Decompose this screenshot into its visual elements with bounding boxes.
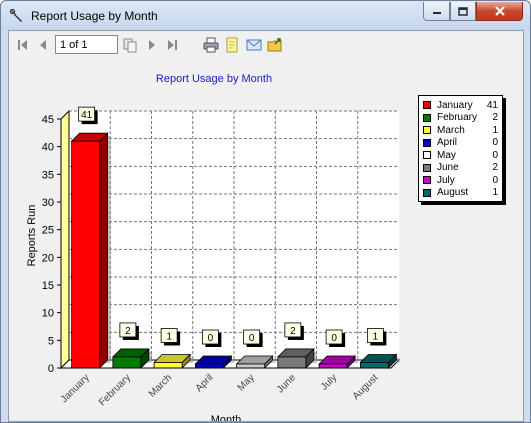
legend-value: 2 <box>492 112 498 124</box>
x-tick-label: April <box>194 372 216 394</box>
legend-swatch <box>423 188 431 197</box>
legend-label: January <box>437 99 473 111</box>
window-title: Report Usage by Month <box>31 9 158 23</box>
close-icon <box>494 6 505 16</box>
legend-item: August 1 <box>423 187 498 200</box>
legend-label: July <box>437 174 455 186</box>
legend-value: 0 <box>492 137 498 149</box>
y-tick-label: 10 <box>42 308 54 320</box>
close-button[interactable] <box>476 2 523 21</box>
legend-swatch <box>423 151 431 160</box>
legend-item: January 41 <box>423 99 498 112</box>
email-icon[interactable] <box>246 37 262 53</box>
report-canvas: Report Usage by Month 0 5 10 15 20 25 30 35 40 45… <box>9 59 523 421</box>
x-tick-label: August <box>351 372 381 402</box>
bar-side <box>99 132 109 369</box>
bar <box>71 140 101 369</box>
page-setup-icon[interactable] <box>224 37 240 53</box>
bar <box>236 363 266 369</box>
last-page-icon[interactable] <box>164 37 180 53</box>
y-tick-label: 5 <box>48 335 54 347</box>
data-label: 2 <box>125 326 131 337</box>
legend-swatch <box>423 176 431 185</box>
bar <box>153 362 183 369</box>
y-tick-label: 35 <box>42 169 54 181</box>
x-axis-title: Month <box>211 414 242 421</box>
bar <box>318 363 348 369</box>
x-tick-label: March <box>147 372 174 399</box>
data-label: 41 <box>81 110 93 121</box>
bar <box>277 356 307 369</box>
legend-value: 0 <box>492 149 498 161</box>
maximize-button[interactable] <box>450 2 476 21</box>
y-tick-label: 20 <box>42 252 54 264</box>
bar <box>359 362 389 369</box>
y-tick-label: 0 <box>48 363 54 375</box>
bar <box>194 363 224 369</box>
chart-legend: January 41 February 2 March 1 April 0 May 0 June 2 J… <box>418 95 503 202</box>
title-bar[interactable]: Report Usage by Month <box>1 1 530 30</box>
legend-value: 1 <box>492 124 498 136</box>
export-icon[interactable] <box>267 37 283 53</box>
data-label: 2 <box>290 326 296 337</box>
bar <box>112 356 142 369</box>
data-label: 0 <box>208 333 214 344</box>
legend-label: March <box>437 124 465 136</box>
x-tick-label: July <box>319 372 339 392</box>
y-tick-label: 40 <box>42 142 54 154</box>
legend-swatch <box>423 113 431 122</box>
y-tick-label: 30 <box>42 197 54 209</box>
report-window: Report Usage by Month Report Usage by Mo… <box>0 0 531 423</box>
data-label: 0 <box>249 333 255 344</box>
legend-swatch <box>423 101 431 110</box>
legend-swatch <box>423 163 431 172</box>
legend-value: 1 <box>492 187 498 199</box>
copy-pages-icon[interactable] <box>122 37 138 53</box>
legend-label: June <box>437 162 459 174</box>
y-tick-label: 45 <box>42 114 54 126</box>
next-page-icon[interactable] <box>144 37 160 53</box>
data-label: 0 <box>331 333 337 344</box>
legend-swatch <box>423 138 431 147</box>
legend-swatch <box>423 126 431 135</box>
legend-value: 41 <box>486 99 498 111</box>
legend-item: June 2 <box>423 162 498 175</box>
viewer-toolbar <box>9 31 523 59</box>
minimize-button[interactable] <box>423 2 450 21</box>
data-label: 1 <box>373 331 379 342</box>
first-page-icon[interactable] <box>15 37 31 53</box>
x-tick-label: May <box>236 372 257 393</box>
legend-label: May <box>437 149 456 161</box>
legend-item: July 0 <box>423 174 498 187</box>
x-tick-label: February <box>97 372 133 408</box>
page-number-input[interactable] <box>55 35 118 54</box>
legend-item: March 1 <box>423 124 498 137</box>
y-tick-label: 25 <box>42 225 54 237</box>
legend-item: May 0 <box>423 149 498 162</box>
x-tick-label: January <box>59 372 92 405</box>
wrench-icon <box>9 8 22 22</box>
legend-label: April <box>437 137 458 149</box>
print-icon[interactable] <box>203 37 219 53</box>
y-axis-title: Reports Run <box>26 205 38 267</box>
legend-value: 0 <box>492 174 498 186</box>
minimize-icon <box>432 12 441 14</box>
legend-value: 2 <box>492 162 498 174</box>
legend-label: August <box>437 187 469 199</box>
left-wall <box>60 109 70 370</box>
maximize-icon <box>458 6 468 16</box>
previous-page-icon[interactable] <box>35 37 51 53</box>
legend-item: April 0 <box>423 137 498 150</box>
x-tick-label: June <box>275 372 298 395</box>
y-tick-label: 15 <box>42 280 54 292</box>
legend-label: February <box>437 112 478 124</box>
legend-item: February 2 <box>423 112 498 125</box>
data-label: 1 <box>166 331 172 342</box>
report-viewer: Report Usage by Month 051015202530354045… <box>8 30 524 422</box>
